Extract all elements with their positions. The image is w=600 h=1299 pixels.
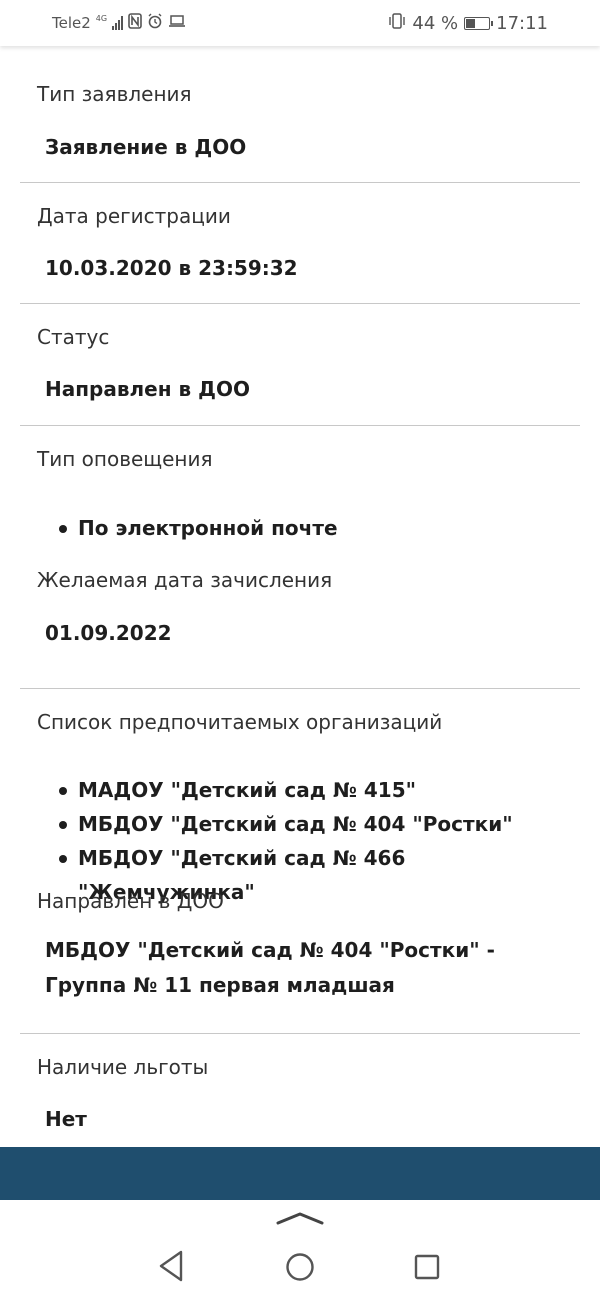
field-label: Тип оповещения (37, 447, 213, 471)
list-item: МБДОУ "Детский сад № 404 "Ростки" (59, 807, 580, 841)
section-preferred-organizations: Список предпочитаемых организаций МАДОУ … (20, 689, 580, 904)
home-icon (286, 1253, 314, 1281)
field-label: Дата регистрации (37, 204, 231, 228)
field-value: Направлен в ДОО (45, 377, 250, 401)
field-label: Статус (37, 325, 110, 349)
nfc-icon (128, 13, 142, 33)
back-icon (159, 1250, 183, 1282)
notification-list: По электронной почте (20, 511, 338, 545)
section-benefit: Наличие льготы Нет (20, 1034, 580, 1151)
back-button[interactable] (157, 1248, 185, 1288)
recents-button[interactable] (414, 1254, 440, 1284)
recents-icon (414, 1254, 440, 1280)
battery-percent: 44 % (412, 13, 459, 34)
section-status: Статус Направлен в ДОО (20, 304, 580, 426)
section-desired-date: Желаемая дата зачисления 01.09.2022 (20, 568, 580, 689)
field-value: 10.03.2020 в 23:59:32 (45, 256, 298, 280)
status-bar-right: 44 % 17:11 (388, 12, 548, 35)
swipe-up-handle-icon[interactable] (276, 1210, 324, 1230)
section-assigned-doo: Направлен в ДОО МБДОУ "Детский сад № 404… (20, 889, 580, 1034)
status-bar: Tele2 4G 44 % 17:11 (0, 0, 600, 46)
list-item: МАДОУ "Детский сад № 415" (59, 773, 580, 807)
section-registration-date: Дата регистрации 10.03.2020 в 23:59:32 (20, 183, 580, 304)
field-label: Желаемая дата зачисления (37, 568, 333, 592)
field-label: Тип заявления (37, 82, 192, 106)
section-notification-type: Тип оповещения По электронной почте (20, 426, 580, 568)
list-item: По электронной почте (59, 511, 338, 545)
carrier-name: Tele2 (52, 14, 91, 32)
clock: 17:11 (496, 13, 548, 34)
battery-icon (464, 17, 494, 30)
application-details: Тип заявления Заявление в ДОО Дата регис… (20, 46, 580, 1151)
laptop-icon (168, 14, 186, 32)
field-label: Наличие льготы (37, 1055, 209, 1079)
field-label: Список предпочитаемых организаций (37, 710, 443, 734)
alarm-icon (147, 13, 163, 33)
footer-band (0, 1147, 600, 1200)
field-label: Направлен в ДОО (37, 889, 224, 913)
vibrate-icon (388, 12, 406, 35)
home-button[interactable] (285, 1252, 315, 1286)
field-value: 01.09.2022 (45, 621, 172, 645)
section-application-type: Тип заявления Заявление в ДОО (20, 46, 580, 183)
field-value: МБДОУ "Детский сад № 404 "Ростки" - Груп… (45, 938, 495, 997)
signal-icon (112, 16, 124, 30)
field-value: Заявление в ДОО (45, 135, 247, 159)
battery-level-fill (466, 19, 475, 28)
network-type: 4G (95, 14, 108, 23)
status-bar-left: Tele2 4G (52, 13, 186, 33)
field-value: Нет (45, 1107, 87, 1131)
navigation-bar (0, 1200, 600, 1299)
